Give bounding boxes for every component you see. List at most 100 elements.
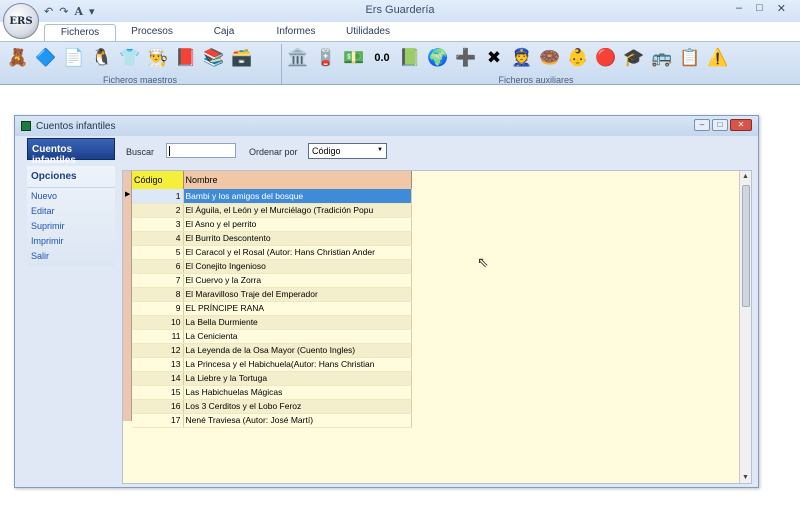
ribbon-button-icon[interactable]: 👮 — [510, 45, 534, 71]
ribbon-button-icon[interactable]: 📋 — [678, 45, 702, 71]
cell-codigo: 15 — [132, 385, 184, 400]
cell-nombre: EL PRÍNCIPE RANA — [183, 301, 412, 316]
inner-window-controls: – □ ✕ — [694, 119, 752, 131]
cell-nombre: Los 3 Cerditos y el Lobo Feroz — [183, 399, 412, 414]
ribbon: 🧸 🔷 📄 🐧 👕 👨‍🍳 📕 📚 🗃️ Ficheros maestros 🏛️ 🪫 💵 0.0 📗 🌍… — [0, 41, 800, 85]
ribbon-button-icon[interactable]: 📄 — [62, 45, 86, 71]
tab-utilidades[interactable]: Utilidades — [332, 24, 404, 42]
cell-codigo: 3 — [132, 217, 184, 232]
ribbon-button-icon[interactable]: ➕ — [454, 45, 478, 71]
table-row[interactable]: 10 La Bella Durmiente — [132, 315, 412, 330]
table-row[interactable]: 4 El Burrito Descontento — [132, 231, 412, 246]
tab-informes[interactable]: Informes — [260, 24, 332, 42]
cell-nombre: La Cenicienta — [183, 329, 412, 344]
current-row-arrow-icon: ▶ — [125, 191, 131, 198]
ribbon-button-icon[interactable]: 📗 — [398, 45, 422, 71]
table-row[interactable]: 13 La Princesa y el Habichuela(Autor: Han… — [132, 357, 412, 372]
cell-codigo: 1 — [132, 189, 184, 204]
table-row[interactable]: 6 El Conejito Ingenioso — [132, 259, 412, 274]
inner-close-button[interactable]: ✕ — [730, 119, 752, 131]
ribbon-button-icon[interactable]: 👕 — [118, 45, 142, 71]
column-header-nombre[interactable]: Nombre — [183, 171, 412, 189]
table-row[interactable]: 15 Las Habichuelas Mágicas — [132, 385, 412, 400]
cell-codigo: 7 — [132, 273, 184, 288]
search-input[interactable] — [166, 143, 236, 158]
tab-caja[interactable]: Caja — [188, 24, 260, 42]
maximize-button[interactable]: □ — [756, 2, 763, 15]
cell-codigo: 13 — [132, 357, 184, 372]
ribbon-button-icon[interactable]: 🍩 — [538, 45, 562, 71]
ribbon-button-icon[interactable]: 💵 — [342, 45, 366, 71]
option-editar[interactable]: Editar — [27, 203, 115, 218]
ribbon-button-icon[interactable]: 🚌 — [650, 45, 674, 71]
minimize-button[interactable]: – — [736, 2, 742, 15]
options-title: Opciones — [27, 166, 115, 188]
window-icon — [21, 121, 31, 131]
option-salir[interactable]: Salir — [27, 248, 115, 263]
scroll-up-icon[interactable]: ▲ — [742, 173, 749, 180]
window-title: Ers Guardería — [365, 4, 435, 16]
order-select[interactable]: Código — [308, 143, 387, 159]
cell-codigo: 5 — [132, 245, 184, 260]
table-row[interactable]: 17 Nené Traviesa (Autor: José Martí) — [132, 413, 412, 428]
ribbon-button-icon[interactable]: 0.0 — [370, 45, 394, 71]
search-label: Buscar — [126, 147, 155, 157]
order-label: Ordenar por — [249, 147, 298, 157]
table-row[interactable]: 7 El Cuervo y la Zorra — [132, 273, 412, 288]
ribbon-button-icon[interactable]: 📚 — [202, 45, 226, 71]
column-header-codigo[interactable]: Código — [132, 171, 184, 189]
ribbon-button-icon[interactable]: 🗃️ — [230, 45, 254, 71]
scroll-down-icon[interactable]: ▼ — [742, 474, 749, 481]
table-row[interactable]: 14 La Liebre y la Tortuga — [132, 371, 412, 386]
cell-nombre: La Princesa y el Habichuela(Autor: Hans … — [183, 357, 412, 372]
ribbon-button-icon[interactable]: 🏛️ — [286, 45, 310, 71]
cell-nombre: El Burrito Descontento — [183, 231, 412, 246]
cuentos-window: Cuentos infantiles – □ ✕ Cuentos infanti… — [14, 115, 759, 488]
cell-nombre: El Caracol y el Rosal (Autor: Hans Chris… — [183, 245, 412, 260]
cell-nombre: Nené Traviesa (Autor: José Martí) — [183, 413, 412, 428]
option-nuevo[interactable]: Nuevo — [27, 188, 115, 203]
table-row[interactable]: 9 EL PRÍNCIPE RANA — [132, 301, 412, 316]
ribbon-tabs: Ficheros Procesos Caja Informes Utilidad… — [44, 24, 404, 42]
group-ficheros-auxiliares: 🏛️ 🪫 💵 0.0 📗 🌍 ➕ ✖ 👮 🍩 👶 🔴 🎓 🚌 📋 ⚠️ Ficheros auxiliares — [286, 42, 786, 86]
ribbon-button-icon[interactable]: ⚠️ — [706, 45, 730, 71]
ribbon-button-icon[interactable]: 🌍 — [426, 45, 450, 71]
ribbon-button-icon[interactable]: 🐧 — [90, 45, 114, 71]
ribbon-button-icon[interactable]: 🧸 — [6, 45, 30, 71]
tab-ficheros[interactable]: Ficheros — [44, 24, 116, 42]
cell-codigo: 17 — [132, 413, 184, 428]
ribbon-button-icon[interactable]: 🎓 — [622, 45, 646, 71]
option-imprimir[interactable]: Imprimir — [27, 233, 115, 248]
cell-codigo: 12 — [132, 343, 184, 358]
inner-minimize-button[interactable]: – — [694, 119, 710, 131]
cell-nombre: El Asno y el perrito — [183, 217, 412, 232]
table-row[interactable]: 16 Los 3 Cerditos y el Lobo Feroz — [132, 399, 412, 414]
table-row[interactable]: 11 La Cenicienta — [132, 329, 412, 344]
ribbon-button-icon[interactable]: 🪫 — [314, 45, 338, 71]
table-row[interactable]: 5 El Caracol y el Rosal (Autor: Hans Chri… — [132, 245, 412, 260]
table-row[interactable]: 12 La Leyenda de la Osa Mayor (Cuento Ing… — [132, 343, 412, 358]
mouse-cursor-icon: ⇖ — [477, 254, 489, 270]
vertical-scrollbar[interactable]: ▲ ▼ — [739, 171, 751, 483]
group-label: Ficheros auxiliares — [498, 75, 574, 85]
inner-maximize-button[interactable]: □ — [712, 119, 728, 131]
app-orb-button[interactable]: ERS — [3, 3, 39, 39]
close-button[interactable]: ✕ — [777, 2, 786, 15]
scroll-thumb[interactable] — [742, 185, 750, 307]
ribbon-button-icon[interactable]: 🔷 — [34, 45, 58, 71]
table-row[interactable]: 1 Bambi y los amigos del bosque — [132, 189, 412, 204]
option-suprimir[interactable]: Suprimir — [27, 218, 115, 233]
ribbon-button-icon[interactable]: 📕 — [174, 45, 198, 71]
search-bar: Buscar Ordenar por Código — [122, 140, 755, 167]
row-indicator-column: ▶ — [123, 171, 132, 421]
ribbon-button-icon[interactable]: 👶 — [566, 45, 590, 71]
ribbon-button-icon[interactable]: 🔴 — [594, 45, 618, 71]
table-row[interactable]: 3 El Asno y el perrito — [132, 217, 412, 232]
data-grid: ▶ Código Nombre 1 Bambi y los amigos del … — [122, 170, 752, 484]
cell-codigo: 6 — [132, 259, 184, 274]
tab-procesos[interactable]: Procesos — [116, 24, 188, 42]
table-row[interactable]: 2 El Águila, el León y el Murciélago (Tra… — [132, 203, 412, 218]
table-row[interactable]: 8 El Maravilloso Traje del Emperador — [132, 287, 412, 302]
ribbon-button-icon[interactable]: ✖ — [482, 45, 506, 71]
ribbon-button-icon[interactable]: 👨‍🍳 — [146, 45, 170, 71]
